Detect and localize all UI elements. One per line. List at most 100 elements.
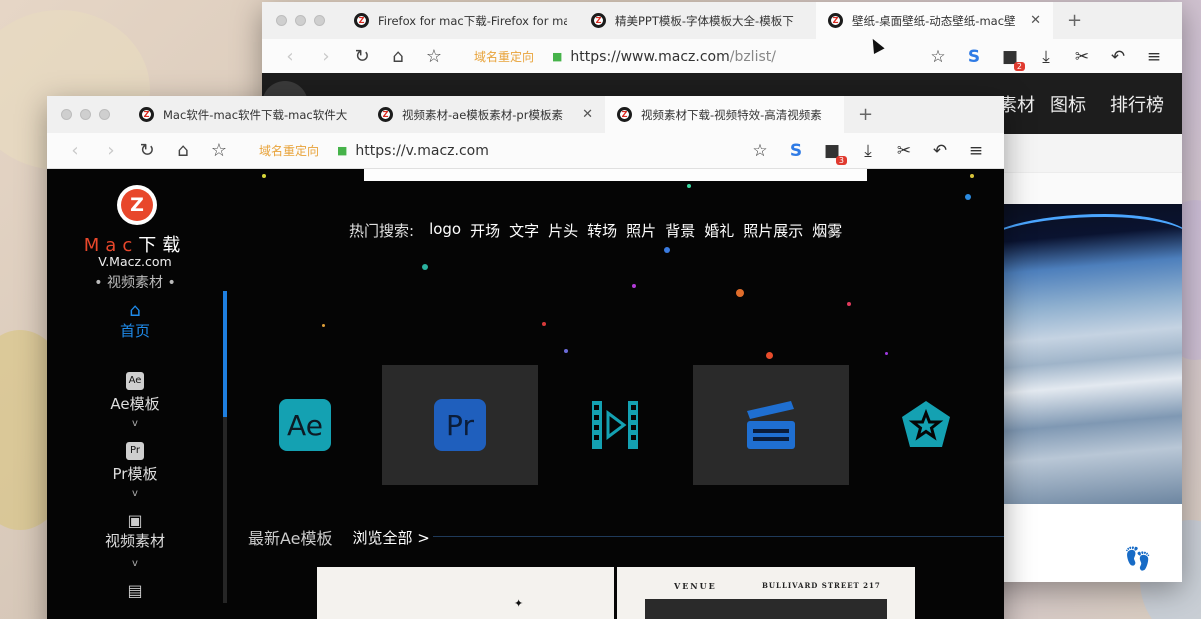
maximize-window-button[interactable]: [314, 15, 325, 26]
hot-search-term[interactable]: 照片: [626, 220, 656, 241]
site-logo[interactable]: Z: [117, 185, 157, 225]
hot-search-term[interactable]: 背景: [665, 220, 695, 241]
download-icon[interactable]: ⤓: [1028, 47, 1064, 67]
url-path: /bzlist/: [729, 48, 776, 65]
extension-icon[interactable]: ■ 3: [814, 141, 850, 165]
macz-favicon-icon: Z: [378, 107, 393, 122]
nav-icons[interactable]: 图标: [1050, 91, 1086, 117]
category-video-material[interactable]: [537, 365, 693, 485]
category-ae[interactable]: Ae: [227, 365, 383, 485]
confetti-dot: [970, 174, 974, 178]
hot-search-term[interactable]: 烟雾: [812, 220, 842, 241]
redirect-label: 域名重定向: [474, 50, 535, 64]
close-tab-icon[interactable]: ✕: [582, 107, 593, 122]
minimize-window-button[interactable]: [80, 109, 91, 120]
macz-favicon-icon: Z: [591, 13, 606, 28]
sidebar-item-video[interactable]: ▣ 视频素材: [47, 512, 223, 551]
new-tab-button[interactable]: +: [1053, 10, 1096, 31]
reload-icon[interactable]: ↻: [344, 46, 380, 67]
sync-icon[interactable]: S: [778, 141, 814, 161]
forward-button[interactable]: ›: [308, 46, 344, 67]
menu-icon[interactable]: ≡: [958, 141, 994, 161]
undo-icon[interactable]: ↶: [922, 141, 958, 161]
extension-badge: 3: [835, 155, 847, 165]
maximize-window-button[interactable]: [99, 109, 110, 120]
bookmark-star-icon[interactable]: ☆: [416, 46, 452, 67]
tab-wallpaper[interactable]: Z 壁纸-桌面壁纸-动态壁纸-mac壁 ✕: [816, 2, 1053, 39]
hot-search: 热门搜索: logo 开场 文字 片头 转场 照片 背景 婚礼 照片展示 烟雾: [349, 220, 842, 241]
reload-icon[interactable]: ↻: [129, 140, 165, 161]
favorite-icon[interactable]: ☆: [742, 141, 778, 161]
tab-title: 视频素材下载-视频特效-高清视频素: [641, 107, 822, 122]
template-thumbnail[interactable]: VENUE BULLIVARD STREET 217: [617, 567, 915, 619]
close-tab-icon[interactable]: ✕: [1030, 13, 1041, 28]
hot-search-term[interactable]: 文字: [509, 220, 539, 241]
sidebar-item-ae[interactable]: Ae Ae模板: [47, 372, 223, 414]
hot-search-term[interactable]: logo: [429, 220, 461, 241]
tab-video-download[interactable]: Z 视频素材下载-视频特效-高清视频素: [605, 96, 844, 133]
confetti-dot: [664, 247, 670, 253]
url-bar[interactable]: https://www.macz.com/bzlist/: [570, 49, 920, 65]
favorite-icon[interactable]: ☆: [920, 47, 956, 67]
sidebar-item-pr[interactable]: Pr Pr模板: [47, 442, 223, 484]
footprint-icon[interactable]: 👣: [1124, 547, 1151, 572]
category-featured[interactable]: [848, 365, 1004, 485]
hot-search-term[interactable]: 开场: [470, 220, 500, 241]
back-button[interactable]: ‹: [57, 140, 93, 161]
home-icon: ⌂: [129, 300, 141, 321]
home-icon[interactable]: ⌂: [165, 140, 201, 161]
chevron-down-icon[interactable]: v: [47, 558, 223, 569]
url-bar[interactable]: https://v.macz.com: [355, 143, 742, 159]
sidebar-item-home[interactable]: ⌂ 首页: [47, 302, 223, 341]
home-icon[interactable]: ⌂: [380, 46, 416, 67]
star-badge-icon: [902, 401, 950, 447]
scissors-icon[interactable]: ✂: [886, 141, 922, 161]
new-tab-button[interactable]: +: [844, 104, 887, 125]
hot-search-label: 热门搜索:: [349, 222, 415, 240]
chevron-down-icon[interactable]: v: [47, 418, 223, 429]
nav-materials[interactable]: 素材: [999, 91, 1035, 117]
macz-favicon-icon: Z: [617, 107, 632, 122]
template-thumbnail[interactable]: ✦: [317, 567, 614, 619]
wallpaper-earth-image[interactable]: [974, 204, 1182, 504]
tab-mac-software[interactable]: Z Mac软件-mac软件下载-mac软件大: [127, 96, 366, 133]
url-host: https://www.macz.com: [570, 48, 730, 65]
sidebar-item-clapper[interactable]: ▤: [47, 582, 223, 600]
view-all-link[interactable]: 浏览全部 >: [353, 527, 430, 548]
content-divider: [1004, 172, 1182, 204]
extension-icon[interactable]: ■ 2: [992, 47, 1028, 71]
tab-firefox[interactable]: Z Firefox for mac下载-Firefox for mac: [342, 2, 579, 39]
tab-bar: Z Mac软件-mac软件下载-mac软件大 Z 视频素材-ae模板素材-pr模…: [47, 96, 1004, 133]
undo-icon[interactable]: ↶: [1100, 47, 1136, 67]
lock-icon: ■: [337, 144, 348, 157]
nav-bar: ‹ › ↻ ⌂ ☆ 域名重定向 ■ https://www.macz.com/b…: [262, 39, 1182, 75]
back-button[interactable]: ‹: [272, 46, 308, 67]
bookmark-star-icon[interactable]: ☆: [201, 140, 237, 161]
hot-search-term[interactable]: 片头: [548, 220, 578, 241]
tab-video-material[interactable]: Z 视频素材-ae模板素材-pr模板素 ✕: [366, 96, 605, 133]
close-window-button[interactable]: [276, 15, 287, 26]
clapperboard-icon: [747, 401, 795, 449]
sidebar: Z Mac下载 V.Macz.com • 视频素材 • ⌂ 首页 Ae Ae模板…: [47, 169, 232, 619]
nav-ranking[interactable]: 排行榜: [1110, 91, 1164, 117]
ae-icon: Ae: [279, 399, 331, 451]
sync-icon[interactable]: S: [956, 47, 992, 67]
tab-title: Mac软件-mac软件下载-mac软件大: [163, 107, 348, 122]
download-icon[interactable]: ⤓: [850, 141, 886, 161]
macz-favicon-icon: Z: [139, 107, 154, 122]
hot-search-term[interactable]: 婚礼: [704, 220, 734, 241]
category-pr[interactable]: Pr: [382, 365, 538, 485]
lock-icon: ■: [552, 50, 563, 63]
forward-button[interactable]: ›: [93, 140, 129, 161]
hot-search-term[interactable]: 照片展示: [743, 220, 803, 241]
minimize-window-button[interactable]: [295, 15, 306, 26]
site-domain: V.Macz.com: [98, 254, 172, 269]
category-clapperboard[interactable]: [693, 365, 849, 485]
menu-icon[interactable]: ≡: [1136, 47, 1172, 67]
hot-search-term[interactable]: 转场: [587, 220, 617, 241]
close-window-button[interactable]: [61, 109, 72, 120]
scissors-icon[interactable]: ✂: [1064, 47, 1100, 67]
tab-ppt[interactable]: Z 精美PPT模板-字体模板大全-模板下: [579, 2, 816, 39]
thumbnail-venue-text: VENUE: [674, 581, 717, 591]
chevron-down-icon[interactable]: v: [47, 488, 223, 499]
